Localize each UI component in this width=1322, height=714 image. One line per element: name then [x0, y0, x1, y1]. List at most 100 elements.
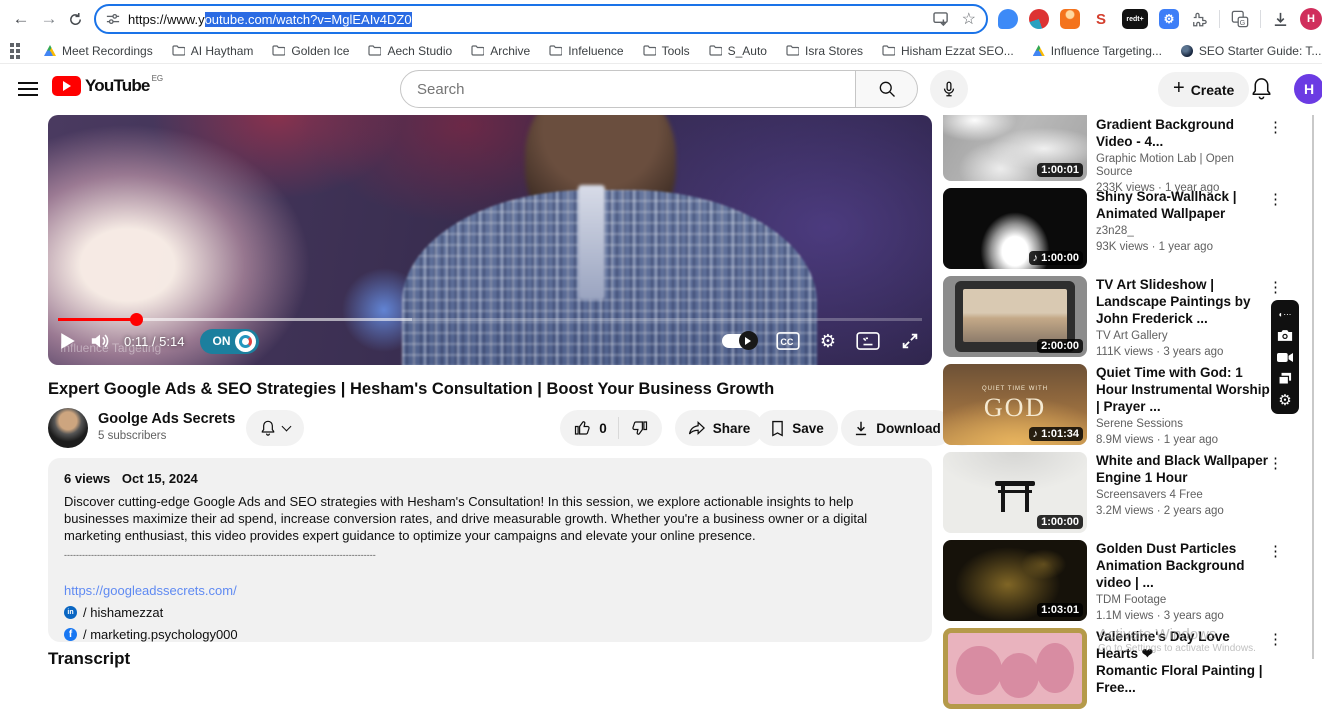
search-box[interactable] — [400, 70, 856, 108]
settings-gear-icon[interactable]: ⚙ — [820, 331, 836, 352]
capture-extension-toolbar[interactable]: ◐⋯ ⚙ — [1271, 300, 1299, 414]
related-video-6[interactable]: 1:03:01 Golden Dust Particles Animation … — [943, 540, 1313, 626]
bookmark-influence-targeting[interactable]: Influence Targeting... — [1033, 44, 1162, 58]
video-channel[interactable]: Screensavers 4 Free — [1096, 489, 1272, 502]
copy-windows-icon[interactable] — [1278, 370, 1292, 388]
extension-on-toggle[interactable]: ON — [200, 329, 259, 354]
facebook-row[interactable]: f / marketing.psychology000 — [64, 626, 916, 643]
dislike-button[interactable] — [630, 419, 648, 437]
video-title-line2[interactable]: Romantic Floral Painting | Free... — [1096, 663, 1263, 695]
search-input[interactable] — [417, 81, 797, 98]
bookmark-tools[interactable]: Tools — [643, 44, 690, 58]
video-title[interactable]: Golden Dust Particles Animation Backgrou… — [1096, 540, 1272, 591]
save-page-icon[interactable] — [933, 12, 950, 27]
youtube-profile-avatar[interactable]: H — [1294, 74, 1322, 104]
bookmark-s-auto[interactable]: S_Auto — [709, 44, 767, 58]
bookmark-star-icon[interactable]: ☆ — [962, 9, 976, 29]
translate-icon[interactable]: G — [1231, 10, 1249, 28]
youtube-logo[interactable]: YouTube EG — [52, 76, 163, 96]
extensions-puzzle-icon[interactable] — [1190, 10, 1208, 28]
extension-person-icon[interactable] — [1060, 9, 1080, 29]
video-title[interactable]: Shiny Sora-Wallhack | Animated Wallpaper — [1096, 188, 1272, 222]
video-thumbnail[interactable]: 1:00:00 — [943, 452, 1087, 533]
page-scrollbar[interactable] — [1312, 115, 1314, 659]
extension-s-icon[interactable]: S — [1096, 11, 1106, 28]
captions-button[interactable]: CC — [776, 332, 800, 350]
channel-name[interactable]: Goolge Ads Secrets — [98, 411, 235, 427]
kebab-menu-icon[interactable]: ⋮ — [1268, 190, 1283, 208]
bookmark-archive[interactable]: Archive — [471, 44, 530, 58]
video-title[interactable]: TV Art Slideshow | Landscape Paintings b… — [1096, 276, 1272, 327]
apps-grid-icon[interactable] — [10, 43, 20, 59]
mic-button[interactable] — [930, 70, 968, 108]
related-video-4[interactable]: QUIET TIME WITH GOD ♪ 1:01:34 Quiet Time… — [943, 364, 1313, 450]
video-thumbnail[interactable]: 2:00:00 — [943, 276, 1087, 357]
share-button[interactable]: Share — [675, 410, 763, 446]
capture-settings-gear-icon[interactable]: ⚙ — [1278, 391, 1291, 409]
video-title[interactable]: Valentine's Day Love Hearts ❤ — [1096, 629, 1230, 661]
video-channel[interactable]: z3n28_ — [1096, 225, 1272, 238]
video-title[interactable]: Gradient Background Video - 4... — [1096, 116, 1272, 150]
address-bar[interactable]: https://www.youtube.com/watch?v=MglEAIv4… — [94, 4, 988, 34]
video-thumbnail[interactable]: QUIET TIME WITH GOD ♪ 1:01:34 — [943, 364, 1087, 445]
kebab-menu-icon[interactable]: ⋮ — [1268, 454, 1283, 472]
video-channel[interactable]: TV Art Gallery — [1096, 330, 1272, 343]
menu-icon[interactable] — [18, 82, 38, 96]
bookmark-aech-studio[interactable]: Aech Studio — [368, 44, 452, 58]
downloads-icon[interactable] — [1272, 11, 1289, 28]
like-button[interactable] — [574, 419, 592, 437]
download-button[interactable]: Download — [841, 410, 953, 446]
site-settings-icon[interactable] — [106, 12, 120, 26]
progress-bar[interactable] — [58, 318, 922, 321]
kebab-menu-icon[interactable]: ⋮ — [1268, 630, 1283, 648]
video-channel[interactable]: TDM Footage — [1096, 594, 1272, 607]
related-video-7[interactable]: Valentine's Day Love Hearts ❤ Romantic F… — [943, 628, 1313, 714]
related-video-2[interactable]: ♪ 1:00:00 Shiny Sora-Wallhack | Animated… — [943, 188, 1313, 274]
bookmark-ai-haytham[interactable]: AI Haytham — [172, 44, 254, 58]
video-thumbnail[interactable] — [943, 628, 1087, 709]
capture-logo-icon[interactable]: ◐⋯ — [1279, 305, 1292, 323]
browser-profile-avatar[interactable]: H — [1300, 8, 1322, 30]
bookmark-seo-starter-guide[interactable]: SEO Starter Guide: T... — [1181, 44, 1322, 58]
bookmark-golden-ice[interactable]: Golden Ice — [272, 44, 349, 58]
bookmark-infeluence[interactable]: Infeluence — [549, 44, 623, 58]
bookmark-meet-recordings[interactable]: Meet Recordings — [44, 44, 153, 58]
video-title[interactable]: White and Black Wallpaper Engine 1 Hour — [1096, 452, 1272, 486]
related-video-3[interactable]: 2:00:00 TV Art Slideshow | Landscape Pai… — [943, 276, 1313, 362]
notification-settings-button[interactable] — [246, 410, 304, 446]
search-button[interactable] — [856, 70, 918, 108]
kebab-menu-icon[interactable]: ⋮ — [1268, 278, 1283, 296]
bookmark-isra-stores[interactable]: Isra Stores — [786, 44, 863, 58]
miniplayer-button[interactable] — [856, 332, 880, 350]
url-selected-text[interactable]: outube.com/watch?v=MglEAIv4DZ0 — [205, 12, 412, 27]
video-title[interactable]: Quiet Time with God: 1 Hour Instrumental… — [1096, 364, 1272, 415]
kebab-menu-icon[interactable]: ⋮ — [1268, 118, 1283, 136]
extension-redt-icon[interactable]: redt+ — [1122, 9, 1148, 29]
related-video-5[interactable]: 1:00:00 White and Black Wallpaper Engine… — [943, 452, 1313, 538]
back-button[interactable]: ← — [8, 6, 34, 32]
bookmark-hisham-ezzat-seo[interactable]: Hisham Ezzat SEO... — [882, 44, 1014, 58]
extension-ring-icon[interactable] — [1029, 9, 1049, 29]
save-button[interactable]: Save — [756, 410, 838, 446]
linkedin-row[interactable]: in / hishamezzat — [64, 604, 916, 621]
screenshot-camera-icon[interactable] — [1277, 327, 1293, 345]
refresh-button[interactable] — [62, 6, 88, 32]
video-thumbnail[interactable]: 1:03:01 — [943, 540, 1087, 621]
extension-tag-icon[interactable] — [998, 9, 1018, 29]
url-text[interactable]: https://www.y — [128, 12, 205, 27]
fullscreen-button[interactable] — [900, 331, 920, 351]
website-link[interactable]: https://googleadssecrets.com/ — [64, 582, 916, 599]
extension-gear-icon[interactable]: ⚙ — [1159, 9, 1179, 29]
forward-button[interactable]: → — [36, 6, 62, 32]
play-button[interactable] — [60, 332, 76, 350]
kebab-menu-icon[interactable]: ⋮ — [1268, 542, 1283, 560]
channel-avatar[interactable] — [48, 408, 88, 448]
video-player[interactable]: Influence Targeting 0:11 / 5:14 ON CC ⚙ — [48, 115, 932, 365]
video-channel[interactable]: Serene Sessions — [1096, 418, 1272, 431]
description-box[interactable]: 6 views Oct 15, 2024 Discover cutting-ed… — [48, 458, 932, 642]
autoplay-toggle[interactable] — [722, 334, 756, 348]
notifications-bell-icon[interactable] — [1250, 76, 1273, 101]
video-channel[interactable]: Graphic Motion Lab | Open Source — [1096, 153, 1272, 179]
volume-button[interactable] — [90, 332, 110, 350]
video-thumbnail[interactable]: ♪ 1:00:00 — [943, 188, 1087, 269]
